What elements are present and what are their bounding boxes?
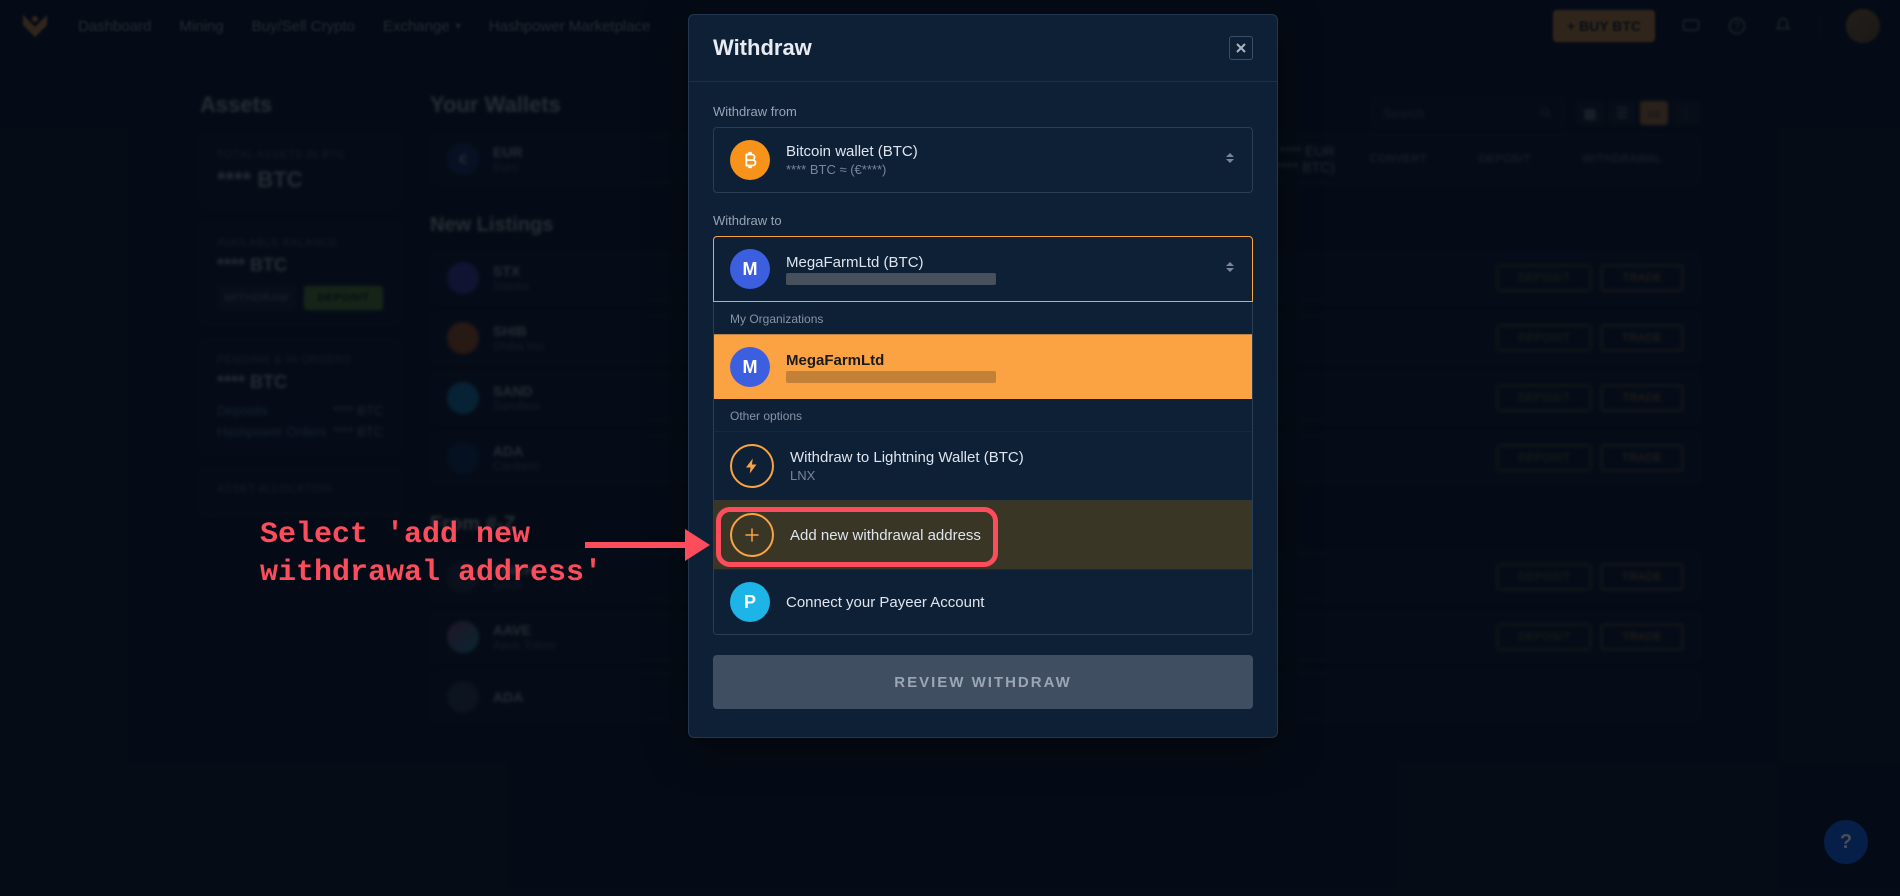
annotation-text: Select 'add new withdrawal address' bbox=[260, 517, 602, 592]
lightning-icon bbox=[730, 444, 774, 488]
withdraw-from-label: Withdraw from bbox=[713, 104, 1253, 119]
chevron-updown-icon bbox=[1226, 153, 1236, 167]
withdraw-to-label: Withdraw to bbox=[713, 213, 1253, 228]
plus-icon bbox=[730, 513, 774, 557]
chevron-updown-icon bbox=[1226, 262, 1236, 276]
to-selected-title: MegaFarmLtd (BTC) bbox=[786, 254, 1236, 271]
org-address bbox=[786, 371, 996, 383]
annotation-arrow bbox=[580, 515, 710, 575]
from-wallet-title: Bitcoin wallet (BTC) bbox=[786, 143, 1236, 160]
org-letter-icon: M bbox=[730, 249, 770, 289]
modal-title: Withdraw bbox=[713, 35, 812, 61]
review-withdraw-button[interactable]: REVIEW WITHDRAW bbox=[713, 655, 1253, 709]
option-add-new-address[interactable]: Add new withdrawal address bbox=[714, 500, 1252, 569]
withdraw-modal: Withdraw Withdraw from Bitcoin wallet (B… bbox=[688, 14, 1278, 738]
close-icon bbox=[1236, 43, 1246, 53]
section-other-label: Other options bbox=[714, 399, 1252, 431]
option-org-megafarm[interactable]: M MegaFarmLtd bbox=[714, 334, 1252, 399]
bitcoin-icon bbox=[730, 140, 770, 180]
option-payeer[interactable]: P Connect your Payeer Account bbox=[714, 569, 1252, 634]
withdraw-to-dropdown: My Organizations M MegaFarmLtd Other opt… bbox=[713, 302, 1253, 635]
section-orgs-label: My Organizations bbox=[714, 302, 1252, 334]
withdraw-from-select[interactable]: Bitcoin wallet (BTC) **** BTC ≈ (€****) bbox=[713, 127, 1253, 193]
option-lightning[interactable]: Withdraw to Lightning Wallet (BTC) LNX bbox=[714, 431, 1252, 500]
to-selected-address bbox=[786, 273, 996, 285]
close-button[interactable] bbox=[1229, 36, 1253, 60]
payeer-icon: P bbox=[730, 582, 770, 622]
org-letter-icon: M bbox=[730, 347, 770, 387]
from-wallet-sub: **** BTC ≈ (€****) bbox=[786, 162, 1236, 177]
withdraw-to-select[interactable]: M MegaFarmLtd (BTC) bbox=[713, 236, 1253, 302]
